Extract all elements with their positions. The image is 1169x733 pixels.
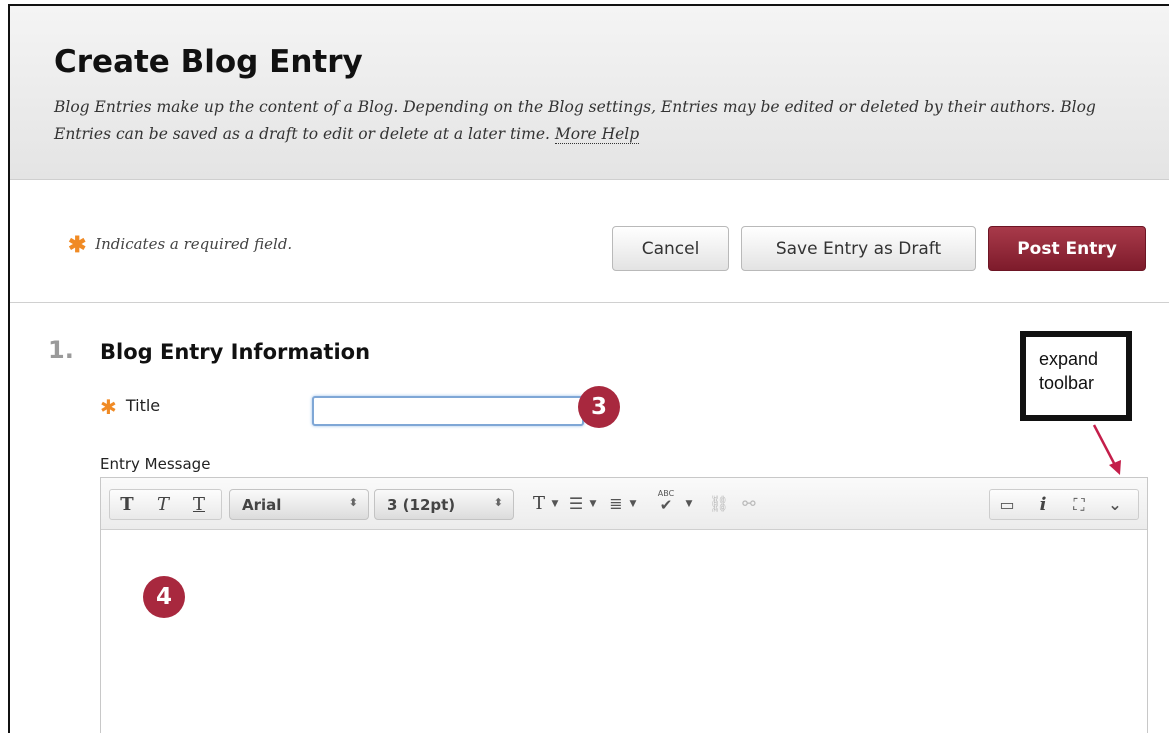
expand-toolbar-icon[interactable]: ⌄ [1102,490,1128,519]
section-title: Blog Entry Information [100,340,371,364]
note-line-1: expand [1039,349,1099,369]
callout-badge-3: 3 [578,386,620,428]
callout-badge-4: 4 [143,576,185,618]
title-field-label: ✱ Title [100,395,160,419]
font-size-value: 3 (12pt) [387,496,456,514]
cancel-button[interactable]: Cancel [612,226,729,271]
toolbar-right-group: ▭ i ⛶ ⌄ [989,489,1139,520]
page-description: Blog Entries make up the content of a Bl… [54,94,1134,148]
callout-arrow-icon [1092,424,1121,475]
font-family-select[interactable]: Arial ⬍ [229,489,369,520]
link-icon[interactable]: ⛓ [706,489,732,518]
chevron-down-icon[interactable]: ▼ [587,489,599,518]
save-draft-button[interactable]: Save Entry as Draft [741,226,976,271]
unlink-icon[interactable]: ⚯ [736,489,762,518]
select-arrows-icon: ⬍ [348,496,358,509]
required-asterisk-icon: ✱ [68,232,87,258]
post-entry-button[interactable]: Post Entry [988,226,1146,271]
editor-content-area[interactable] [101,530,1147,733]
chevron-down-icon[interactable]: ▼ [683,489,695,518]
font-family-value: Arial [242,496,282,514]
bold-button[interactable]: T [114,490,140,519]
numbered-list-icon[interactable]: ≣ [603,489,629,518]
required-note-text: Indicates a required field. [95,235,293,253]
underline-button[interactable]: T [186,490,212,519]
title-input[interactable] [312,396,584,426]
font-size-select[interactable]: 3 (12pt) ⬍ [374,489,514,520]
spellcheck-button[interactable]: ABC ✔ [646,486,686,515]
entry-message-editor[interactable]: T T T Arial ⬍ 3 (12pt) ⬍ T ▼ ☰ ▼ ≣ ▼ ABC… [100,477,1148,733]
text-style-group: T T T [109,489,222,520]
bullet-list-icon[interactable]: ☰ [563,489,589,518]
title-label-text: Title [125,396,161,415]
note-line-2: toolbar [1039,373,1095,393]
required-asterisk-icon: ✱ [100,395,117,419]
checkmark-icon: ✔ [659,496,673,514]
fullscreen-icon[interactable]: ⛶ [1066,490,1092,519]
page-header: Create Blog Entry Blog Entries make up t… [10,6,1169,180]
chevron-down-icon[interactable]: ▼ [627,489,639,518]
select-arrows-icon: ⬍ [493,496,503,509]
page-title: Create Blog Entry [54,44,363,80]
preview-icon[interactable]: ▭ [994,490,1020,519]
section-number: 1. [48,336,74,364]
expand-toolbar-note: expand toolbar [1020,331,1132,421]
action-bar: ✱ Indicates a required field. Cancel Sav… [10,180,1169,303]
more-help-link[interactable]: More Help [554,125,640,144]
editor-toolbar: T T T Arial ⬍ 3 (12pt) ⬍ T ▼ ☰ ▼ ≣ ▼ ABC… [101,478,1147,530]
info-icon[interactable]: i [1030,490,1056,519]
entry-message-label: Entry Message [100,455,211,473]
italic-button[interactable]: T [150,490,176,519]
chevron-down-icon[interactable]: ▼ [549,489,561,518]
page-frame: Create Blog Entry Blog Entries make up t… [8,4,1169,733]
required-field-note: ✱ Indicates a required field. [68,232,292,258]
